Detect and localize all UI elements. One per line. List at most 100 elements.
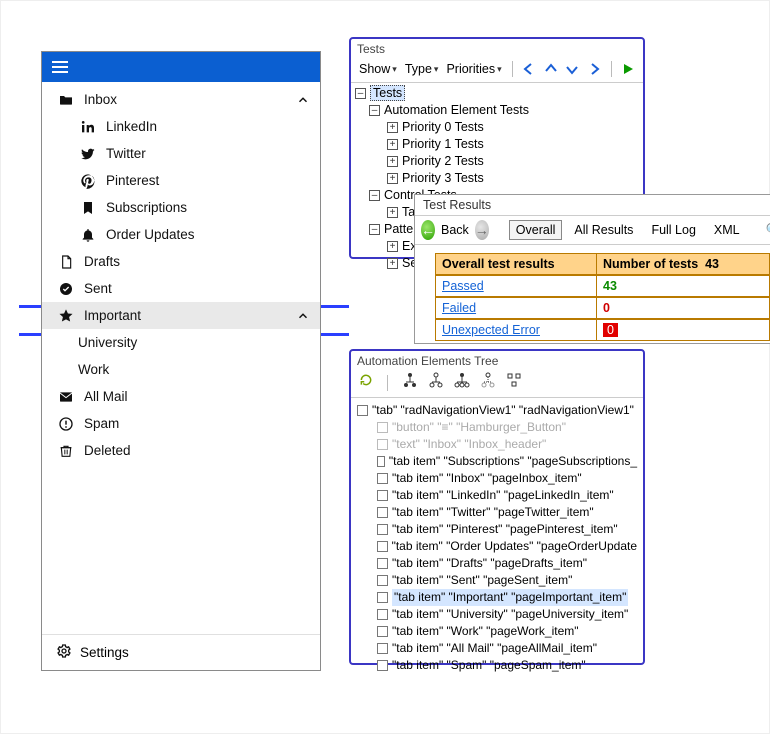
- auto-item[interactable]: "tab item" "Order Updates" "pageOrderUpd…: [357, 538, 637, 555]
- chevron-up-icon[interactable]: [296, 93, 310, 107]
- auto-item[interactable]: "button" "≡" "Hamburger_Button": [357, 419, 637, 436]
- tab-overall[interactable]: Overall: [509, 220, 563, 240]
- arrow-up-icon[interactable]: [542, 60, 559, 78]
- menu-type[interactable]: Type▾: [403, 62, 441, 76]
- expand-toggle[interactable]: –: [369, 224, 380, 235]
- nav-item-pinterest[interactable]: Pinterest: [42, 167, 320, 194]
- tree-mode-4-icon[interactable]: [480, 372, 496, 393]
- expand-toggle[interactable]: –: [369, 190, 380, 201]
- tree-node[interactable]: +Priority 3 Tests: [355, 170, 639, 187]
- play-icon[interactable]: [619, 60, 636, 78]
- auto-item[interactable]: "tab item" "LinkedIn" "pageLinkedIn_item…: [357, 487, 637, 504]
- tree-mode-1-icon[interactable]: [402, 372, 418, 393]
- auto-item[interactable]: "tab item" "Inbox" "pageInbox_item": [357, 470, 637, 487]
- arrow-left-icon[interactable]: [521, 60, 538, 78]
- auto-item[interactable]: "tab item" "Subscriptions" "pageSubscrip…: [357, 453, 637, 470]
- tree-mode-5-icon[interactable]: [506, 372, 522, 393]
- nav-item-twitter[interactable]: Twitter: [42, 140, 320, 167]
- tree-mode-3-icon[interactable]: [454, 372, 470, 393]
- auto-item[interactable]: "tab item" "Sent" "pageSent_item": [357, 572, 637, 589]
- expand-toggle[interactable]: +: [387, 258, 398, 269]
- settings-button[interactable]: Settings: [42, 634, 320, 670]
- menu-priorities[interactable]: Priorities▾: [444, 62, 503, 76]
- auto-item[interactable]: "tab item" "Work" "pageWork_item": [357, 623, 637, 640]
- checkbox-icon[interactable]: [377, 660, 388, 671]
- nav-item-drafts[interactable]: Drafts: [42, 248, 320, 275]
- auto-item[interactable]: "tab item" "Important" "pageImportant_it…: [357, 589, 637, 606]
- checkbox-icon[interactable]: [377, 490, 388, 501]
- nav-item-order-updates[interactable]: Order Updates: [42, 221, 320, 248]
- checkbox-icon[interactable]: [377, 575, 388, 586]
- nav-item-subscriptions[interactable]: Subscriptions: [42, 194, 320, 221]
- expand-toggle[interactable]: –: [369, 105, 380, 116]
- result-label[interactable]: Passed: [435, 275, 597, 297]
- nav-item-inbox[interactable]: Inbox: [42, 86, 320, 113]
- nav-item-all-mail[interactable]: All Mail: [42, 383, 320, 410]
- checkbox-icon[interactable]: [377, 439, 388, 450]
- checkbox-icon[interactable]: [377, 592, 388, 603]
- result-label[interactable]: Unexpected Error: [435, 319, 597, 341]
- checkbox-icon[interactable]: [377, 609, 388, 620]
- tab-xml[interactable]: XML: [708, 221, 746, 239]
- tab-all-results[interactable]: All Results: [568, 221, 639, 239]
- nav-item-spam[interactable]: Spam: [42, 410, 320, 437]
- tree-node[interactable]: +Priority 0 Tests: [355, 119, 639, 136]
- auto-item[interactable]: "tab item" "University" "pageUniversity_…: [357, 606, 637, 623]
- nav-item-important[interactable]: Important: [42, 302, 320, 329]
- arrow-right-icon[interactable]: [585, 60, 602, 78]
- tree-mode-2-icon[interactable]: [428, 372, 444, 393]
- expand-toggle[interactable]: +: [387, 173, 398, 184]
- nav-item-sent[interactable]: Sent: [42, 275, 320, 302]
- arrow-down-icon[interactable]: [564, 60, 581, 78]
- auto-item[interactable]: "tab item" "Pinterest" "pagePinterest_it…: [357, 521, 637, 538]
- nav-item-label: Sent: [84, 281, 112, 296]
- checkbox-icon[interactable]: [377, 524, 388, 535]
- hamburger-button[interactable]: [52, 61, 68, 73]
- tree-node[interactable]: –Automation Element Tests: [355, 102, 639, 119]
- menu-show[interactable]: Show▾: [357, 62, 399, 76]
- linkedin-icon: [78, 119, 98, 135]
- checkbox-icon[interactable]: [377, 422, 388, 433]
- nav-item-linkedin[interactable]: LinkedIn: [42, 113, 320, 140]
- checkbox-icon[interactable]: [377, 558, 388, 569]
- pinterest-icon: [78, 173, 98, 189]
- refresh-icon[interactable]: [359, 373, 373, 392]
- tree-node[interactable]: +Priority 1 Tests: [355, 136, 639, 153]
- auto-root[interactable]: "tab" "radNavigationView1" "radNavigatio…: [357, 402, 637, 419]
- expand-toggle[interactable]: –: [355, 88, 366, 99]
- nav-item-deleted[interactable]: Deleted: [42, 437, 320, 464]
- auto-item[interactable]: "tab item" "Twitter" "pageTwitter_item": [357, 504, 637, 521]
- expand-toggle[interactable]: +: [387, 122, 398, 133]
- results-head-1: Overall test results: [435, 253, 597, 275]
- nav-item-university[interactable]: University: [42, 329, 320, 356]
- tree-node[interactable]: +Priority 2 Tests: [355, 153, 639, 170]
- tab-full-log[interactable]: Full Log: [645, 221, 701, 239]
- back-button[interactable]: ←: [421, 220, 435, 240]
- checkbox-icon[interactable]: [377, 473, 388, 484]
- nav-item-label: LinkedIn: [106, 119, 157, 134]
- checkbox-icon[interactable]: [377, 541, 388, 552]
- checkbox-icon[interactable]: [377, 643, 388, 654]
- auto-item[interactable]: "text" "Inbox" "Inbox_header": [357, 436, 637, 453]
- tree-node[interactable]: –Tests: [355, 85, 639, 102]
- expand-toggle[interactable]: +: [387, 207, 398, 218]
- forward-button[interactable]: →: [475, 220, 489, 240]
- checkbox-icon[interactable]: [377, 456, 385, 467]
- result-label[interactable]: Failed: [435, 297, 597, 319]
- magnifier-icon[interactable]: 🔍: [766, 223, 770, 238]
- auto-item[interactable]: "tab item" "Drafts" "pageDrafts_item": [357, 555, 637, 572]
- auto-item[interactable]: "tab item" "All Mail" "pageAllMail_item": [357, 640, 637, 657]
- checkbox-icon[interactable]: [377, 507, 388, 518]
- checkbox-icon[interactable]: [377, 626, 388, 637]
- star-icon: [56, 308, 76, 324]
- expand-toggle[interactable]: +: [387, 139, 398, 150]
- nav-item-label: University: [78, 335, 137, 350]
- expand-toggle[interactable]: +: [387, 241, 398, 252]
- nav-item-work[interactable]: Work: [42, 356, 320, 383]
- nav-item-label: Inbox: [84, 92, 117, 107]
- expand-toggle[interactable]: +: [387, 156, 398, 167]
- chevron-up-icon[interactable]: [296, 309, 310, 323]
- auto-item[interactable]: "tab item" "Spam" "pageSpam_item": [357, 657, 637, 674]
- checkbox-icon[interactable]: [357, 405, 368, 416]
- results-table: Overall test results Number of tests 43 …: [415, 245, 770, 341]
